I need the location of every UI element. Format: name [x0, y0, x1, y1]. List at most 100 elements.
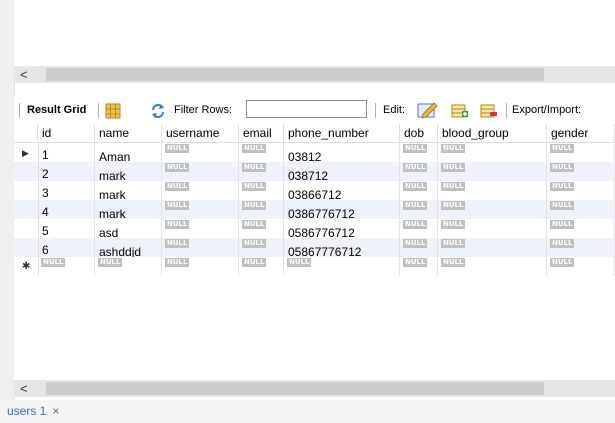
refresh-icon[interactable]: [150, 102, 166, 118]
cell-id[interactable]: 4: [38, 200, 95, 219]
grid-icon[interactable]: [105, 102, 121, 119]
cell-value: 1: [42, 148, 49, 162]
cell-username[interactable]: NULL: [162, 181, 239, 200]
cell-blood-group[interactable]: NULL: [438, 162, 547, 181]
cell-blood-group[interactable]: NULL: [438, 257, 547, 276]
cell-dob[interactable]: NULL: [400, 181, 438, 200]
cell-email[interactable]: NULL: [239, 181, 284, 200]
table-row[interactable]: 3 mark NULL NULL 03866712 NULL NULL NULL: [14, 181, 615, 200]
row-selector[interactable]: [14, 200, 39, 219]
cell-email[interactable]: NULL: [239, 238, 284, 257]
column-header-blood-group[interactable]: blood_group: [438, 124, 547, 143]
cell-id[interactable]: 5: [38, 219, 95, 238]
table-row[interactable]: ✱ NULL NULL NULL NULL NULL NULL NULL NULL: [14, 257, 615, 276]
column-header-id[interactable]: id: [38, 124, 95, 143]
cell-blood-group[interactable]: NULL: [438, 200, 547, 219]
query-editor-area[interactable]: [14, 0, 615, 66]
cell-gender[interactable]: NULL: [547, 181, 615, 200]
cell-blood-group[interactable]: NULL: [438, 219, 547, 238]
cell-phone-number[interactable]: 03812: [284, 143, 400, 162]
cell-gender[interactable]: NULL: [547, 219, 615, 238]
cell-dob[interactable]: NULL: [400, 200, 438, 219]
cell-name[interactable]: NULL: [95, 257, 162, 276]
cell-phone-number[interactable]: 038712: [284, 162, 400, 181]
cell-phone-number[interactable]: 05867776712: [284, 238, 400, 257]
cell-blood-group[interactable]: NULL: [438, 181, 547, 200]
cell-gender[interactable]: NULL: [547, 143, 615, 162]
cell-name[interactable]: mark: [95, 162, 162, 181]
cell-username[interactable]: NULL: [162, 143, 239, 162]
cell-dob[interactable]: NULL: [400, 143, 438, 162]
table-row[interactable]: 5 asd NULL NULL 0586776712 NULL NULL NULL: [14, 219, 615, 238]
cell-id[interactable]: NULL: [38, 257, 95, 276]
table-row[interactable]: 4 mark NULL NULL 0386776712 NULL NULL NULL: [14, 200, 615, 219]
cell-name[interactable]: asd: [95, 219, 162, 238]
column-header-username[interactable]: username: [162, 124, 239, 143]
export-import-label[interactable]: Export/Import:: [512, 96, 581, 124]
cell-dob[interactable]: NULL: [400, 219, 438, 238]
cell-dob[interactable]: NULL: [400, 257, 438, 276]
table-row[interactable]: 2 mark NULL NULL 038712 NULL NULL NULL: [14, 162, 615, 181]
filter-rows-input[interactable]: [246, 100, 367, 118]
cell-username[interactable]: NULL: [162, 257, 239, 276]
cell-dob[interactable]: NULL: [400, 162, 438, 181]
null-badge: NULL: [165, 239, 190, 248]
cell-id[interactable]: 1: [38, 143, 95, 162]
row-header-column: [14, 124, 38, 143]
cell-username[interactable]: NULL: [162, 200, 239, 219]
column-header-name[interactable]: name: [95, 124, 162, 143]
tab-users-1[interactable]: users 1 ×: [7, 402, 59, 421]
add-row-icon[interactable]: [451, 102, 469, 118]
cell-phone-number[interactable]: 0386776712: [284, 200, 400, 219]
row-selector[interactable]: ▶: [14, 143, 39, 162]
scroll-left-arrow-icon[interactable]: <: [20, 66, 28, 83]
cell-phone-number[interactable]: 03866712: [284, 181, 400, 200]
cell-email[interactable]: NULL: [239, 162, 284, 181]
cell-phone-number[interactable]: NULL: [284, 257, 400, 276]
cell-name[interactable]: mark: [95, 200, 162, 219]
cell-gender[interactable]: NULL: [547, 200, 615, 219]
table-row[interactable]: ▶ 1 Aman NULL NULL 03812 NULL NULL NULL: [14, 143, 615, 162]
cell-blood-group[interactable]: NULL: [438, 143, 547, 162]
cell-gender[interactable]: NULL: [547, 162, 615, 181]
column-header-gender[interactable]: gender: [547, 124, 615, 143]
column-header-dob[interactable]: dob: [400, 124, 438, 143]
cell-phone-number[interactable]: 0586776712: [284, 219, 400, 238]
result-grid-tab[interactable]: Result Grid: [27, 96, 86, 124]
cell-email[interactable]: NULL: [239, 257, 284, 276]
grid-horizontal-scrollbar[interactable]: <: [14, 380, 615, 397]
cell-blood-group[interactable]: NULL: [438, 238, 547, 257]
row-selector[interactable]: [14, 238, 39, 257]
delete-row-icon[interactable]: [480, 102, 498, 118]
cell-name[interactable]: mark: [95, 181, 162, 200]
null-badge: NULL: [441, 201, 466, 210]
cell-id[interactable]: 6: [38, 238, 95, 257]
scrollbar-thumb[interactable]: [46, 382, 544, 395]
close-icon[interactable]: ×: [52, 404, 59, 418]
edit-pencil-icon[interactable]: [417, 101, 439, 119]
cell-gender[interactable]: NULL: [547, 257, 615, 276]
cell-username[interactable]: NULL: [162, 219, 239, 238]
editor-horizontal-scrollbar[interactable]: <: [14, 66, 615, 83]
cell-name[interactable]: Aman: [95, 143, 162, 162]
cell-gender[interactable]: NULL: [547, 238, 615, 257]
cell-id[interactable]: 2: [38, 162, 95, 181]
row-selector[interactable]: [14, 162, 39, 181]
row-selector[interactable]: [14, 181, 39, 200]
cell-username[interactable]: NULL: [162, 162, 239, 181]
scrollbar-thumb[interactable]: [46, 68, 544, 81]
cell-id[interactable]: 3: [38, 181, 95, 200]
cell-name[interactable]: ashddjd: [95, 238, 162, 257]
cell-email[interactable]: NULL: [239, 143, 284, 162]
toolbar-separator: [19, 103, 20, 118]
row-selector[interactable]: ✱: [14, 257, 39, 276]
column-header-phone-number[interactable]: phone_number: [284, 124, 400, 143]
scroll-left-arrow-icon[interactable]: <: [20, 380, 28, 397]
cell-dob[interactable]: NULL: [400, 238, 438, 257]
table-row[interactable]: 6 ashddjd NULL NULL 05867776712 NULL NULL NULL: [14, 238, 615, 257]
row-selector[interactable]: [14, 219, 39, 238]
cell-email[interactable]: NULL: [239, 200, 284, 219]
cell-username[interactable]: NULL: [162, 238, 239, 257]
column-header-email[interactable]: email: [239, 124, 284, 143]
cell-email[interactable]: NULL: [239, 219, 284, 238]
